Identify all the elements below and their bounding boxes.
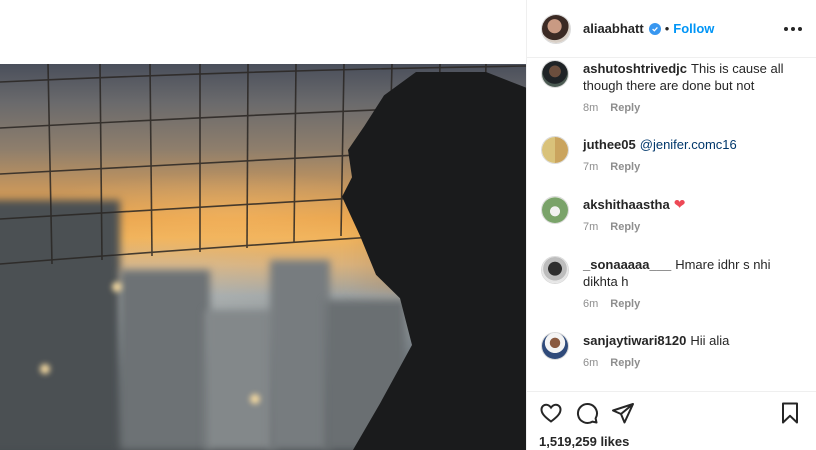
comment-username[interactable]: sanjaytiwari8120 (583, 333, 686, 348)
comment-time[interactable]: 7m (583, 161, 598, 173)
comment-username[interactable]: ashutoshtrivedjc (583, 61, 687, 76)
bookmark-icon[interactable] (778, 401, 802, 425)
comment-mention[interactable]: @jenifer.comc16 (640, 137, 737, 152)
post-side-panel: aliaabhatt • Follow ashutoshtrivedjc This… (526, 0, 816, 450)
reply-button[interactable]: Reply (610, 102, 640, 114)
comment-time[interactable]: 6m (583, 357, 598, 369)
avatar[interactable] (541, 196, 569, 224)
comment-text: ashutoshtrivedjc This is cause all though… (583, 60, 802, 94)
comment-meta: 7m Reply (583, 161, 802, 173)
comment-item: _sonaaaaa___ Hmare idhr s nhi dikhta h 6m… (541, 256, 802, 310)
comment-item: akshithaastha ❤ 7m Reply (541, 196, 802, 233)
verified-badge-icon (648, 22, 661, 35)
comment-text: akshithaastha ❤ (583, 196, 802, 213)
likes-count[interactable]: 1,519,259 likes (539, 434, 802, 449)
comment-list: ashutoshtrivedjc This is cause all though… (527, 58, 816, 391)
avatar[interactable] (541, 256, 569, 284)
comment-username[interactable]: juthee05 (583, 137, 636, 152)
comment-body: Hii alia (690, 333, 730, 348)
comment-bubble-icon[interactable] (575, 401, 599, 425)
comment-meta: 6m Reply (583, 357, 802, 369)
reply-button[interactable]: Reply (610, 357, 640, 369)
post-actions: 1,519,259 likes (527, 391, 816, 450)
comment-text: _sonaaaaa___ Hmare idhr s nhi dikhta h (583, 256, 802, 290)
comment-meta: 7m Reply (583, 221, 802, 233)
comment-item: ashutoshtrivedjc This is cause all though… (541, 60, 802, 114)
comment-item: juthee05 @jenifer.comc16 7m Reply (541, 136, 802, 173)
comment-text: juthee05 @jenifer.comc16 (583, 136, 802, 153)
avatar[interactable] (541, 13, 571, 44)
avatar[interactable] (541, 136, 569, 164)
comment-username[interactable]: _sonaaaaa___ (583, 257, 671, 272)
comment-time[interactable]: 6m (583, 298, 598, 310)
reply-button[interactable]: Reply (610, 161, 640, 173)
more-options-icon[interactable] (784, 26, 802, 31)
reply-button[interactable]: Reply (610, 221, 640, 233)
comment-text: sanjaytiwari8120 Hii alia (583, 332, 802, 349)
reply-button[interactable]: Reply (610, 298, 640, 310)
avatar[interactable] (541, 332, 569, 360)
post-header: aliaabhatt • Follow (527, 0, 816, 58)
header-separator: • (664, 21, 670, 36)
heart-icon[interactable] (539, 401, 563, 425)
avatar[interactable] (541, 60, 569, 88)
post-photo[interactable] (0, 64, 526, 450)
paper-plane-icon[interactable] (611, 401, 635, 425)
comment-time[interactable]: 8m (583, 102, 598, 114)
action-icons-row (539, 400, 802, 426)
comment-username[interactable]: akshithaastha (583, 197, 670, 212)
post-username[interactable]: aliaabhatt (583, 21, 644, 36)
red-heart-emoji: ❤ (673, 196, 686, 212)
comment-time[interactable]: 7m (583, 221, 598, 233)
comment-meta: 6m Reply (583, 298, 802, 310)
comment-item: sanjaytiwari8120 Hii alia 6m Reply (541, 332, 802, 369)
follow-button[interactable]: Follow (673, 21, 714, 36)
comment-meta: 8m Reply (583, 102, 802, 114)
